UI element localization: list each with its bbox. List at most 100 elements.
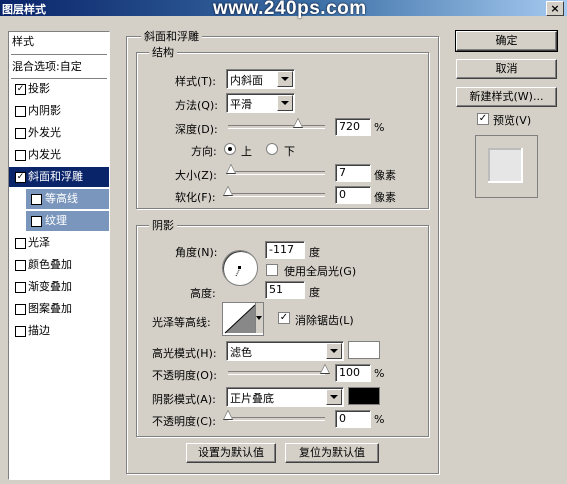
highlight-opacity-input[interactable]: 100	[335, 364, 371, 382]
depth-label: 深度(D):	[175, 123, 218, 136]
style-checkbox[interactable]	[15, 304, 26, 315]
shading-title: 阴影	[149, 217, 177, 233]
contour-linear-icon	[224, 304, 256, 334]
soften-unit: 像素	[374, 191, 396, 204]
style-item-label: 图案叠加	[28, 302, 72, 315]
size-input[interactable]: 7	[335, 164, 371, 182]
soften-slider[interactable]	[228, 193, 325, 197]
style-item[interactable]: 描边	[9, 321, 109, 341]
depth-slider[interactable]	[228, 125, 325, 129]
style-item[interactable]: 内发光	[9, 145, 109, 165]
shadow-opacity-slider[interactable]	[228, 417, 325, 421]
direction-up-radio[interactable]	[224, 143, 236, 155]
style-checkbox[interactable]	[15, 238, 26, 249]
cancel-button[interactable]: 取消	[456, 59, 557, 79]
style-item[interactable]: ✓ 投影	[9, 79, 109, 99]
technique-select[interactable]: 平滑	[226, 93, 295, 113]
size-slider[interactable]	[228, 171, 325, 175]
chevron-down-icon[interactable]	[326, 343, 342, 359]
antialias-checkbox[interactable]: ✓	[278, 312, 290, 324]
style-item-label: 颜色叠加	[28, 258, 72, 271]
altitude-input[interactable]: 51	[265, 281, 305, 299]
angle-input[interactable]: -117	[265, 241, 305, 259]
style-item[interactable]: 渐变叠加	[9, 277, 109, 297]
bevel-group-title: 斜面和浮雕	[141, 28, 202, 44]
preview-checkbox[interactable]: ✓	[477, 113, 489, 125]
styles-header[interactable]: 样式	[9, 32, 109, 52]
style-checkbox[interactable]	[15, 150, 26, 161]
shadow-opacity-unit: %	[374, 413, 385, 426]
antialias-label: 消除锯齿(L)	[295, 314, 354, 327]
style-checkbox[interactable]	[31, 194, 42, 205]
size-slider-thumb[interactable]	[226, 164, 236, 174]
make-default-button[interactable]: 设置为默认值	[186, 443, 276, 463]
ok-button[interactable]: 确定	[455, 30, 558, 52]
direction-down-label: 下	[284, 145, 295, 158]
blending-options-item[interactable]: 混合选项:自定	[9, 57, 109, 77]
shadow-opacity-input[interactable]: 0	[335, 410, 371, 428]
direction-up-label: 上	[241, 145, 252, 158]
chevron-down-icon[interactable]	[277, 71, 293, 87]
new-style-button[interactable]: 新建样式(W)...	[456, 87, 557, 107]
depth-slider-thumb[interactable]	[293, 118, 303, 128]
direction-label: 方向:	[191, 145, 217, 158]
style-checkbox[interactable]	[15, 128, 26, 139]
style-item[interactable]: 内阴影	[9, 101, 109, 121]
style-item[interactable]: 颜色叠加	[9, 255, 109, 275]
highlight-opacity-label: 不透明度(O):	[152, 369, 217, 382]
style-item-label: 投影	[28, 82, 50, 95]
close-button[interactable]: ×	[546, 1, 564, 16]
direction-down-radio[interactable]	[266, 143, 278, 155]
highlight-color-swatch[interactable]	[348, 341, 380, 359]
style-checkbox[interactable]	[15, 282, 26, 293]
style-item[interactable]: 图案叠加	[9, 299, 109, 319]
style-checkbox[interactable]	[15, 260, 26, 271]
shadow-mode-select[interactable]: 正片叠底	[226, 387, 344, 407]
style-item[interactable]: 外发光	[9, 123, 109, 143]
highlight-opacity-slider[interactable]	[228, 371, 325, 375]
preview-swatch	[488, 148, 523, 183]
technique-label: 方法(Q):	[175, 99, 218, 112]
highlight-opacity-thumb[interactable]	[320, 364, 330, 374]
highlight-mode-label: 高光模式(H):	[152, 347, 217, 360]
style-item-label: 渐变叠加	[28, 280, 72, 293]
soften-slider-thumb[interactable]	[223, 186, 233, 196]
style-checkbox[interactable]	[31, 216, 42, 227]
style-item-label: 光泽	[28, 236, 50, 249]
style-item[interactable]: 光泽	[9, 233, 109, 253]
style-checkbox[interactable]	[15, 326, 26, 337]
altitude-unit: 度	[309, 286, 320, 299]
style-select[interactable]: 内斜面	[226, 69, 295, 89]
highlight-mode-select[interactable]: 滤色	[226, 341, 344, 361]
style-item[interactable]: 纹理	[26, 211, 109, 231]
preview-label: 预览(V)	[493, 114, 532, 127]
reset-default-button[interactable]: 复位为默认值	[285, 443, 379, 463]
angle-dial[interactable]	[222, 250, 258, 286]
highlight-opacity-unit: %	[374, 367, 385, 380]
shadow-opacity-thumb[interactable]	[223, 410, 233, 420]
style-item-label: 描边	[28, 324, 50, 337]
chevron-down-icon[interactable]	[326, 389, 342, 405]
divider	[11, 54, 107, 55]
style-checkbox[interactable]: ✓	[15, 84, 26, 95]
style-item[interactable]: 等高线	[26, 189, 109, 209]
window-title: 图层样式	[2, 3, 46, 16]
soften-input[interactable]: 0	[335, 186, 371, 204]
chevron-down-icon[interactable]	[277, 95, 293, 111]
depth-input[interactable]: 720	[335, 118, 371, 136]
angle-unit: 度	[309, 246, 320, 259]
shadow-color-swatch[interactable]	[348, 387, 380, 405]
style-item-label: 纹理	[45, 214, 67, 227]
style-item-label: 内阴影	[28, 104, 61, 117]
style-checkbox[interactable]	[15, 106, 26, 117]
style-checkbox[interactable]: ✓	[15, 172, 26, 183]
chevron-down-icon[interactable]	[255, 303, 263, 333]
global-light-checkbox[interactable]	[266, 264, 278, 276]
gloss-contour-picker[interactable]	[222, 302, 264, 336]
style-item[interactable]: ✓ 斜面和浮雕	[9, 167, 109, 187]
altitude-label: 高度:	[190, 287, 216, 300]
soften-label: 软化(F):	[175, 191, 216, 204]
angle-needle-icon	[235, 266, 241, 277]
style-label: 样式(T):	[175, 75, 217, 88]
depth-unit: %	[374, 121, 385, 134]
